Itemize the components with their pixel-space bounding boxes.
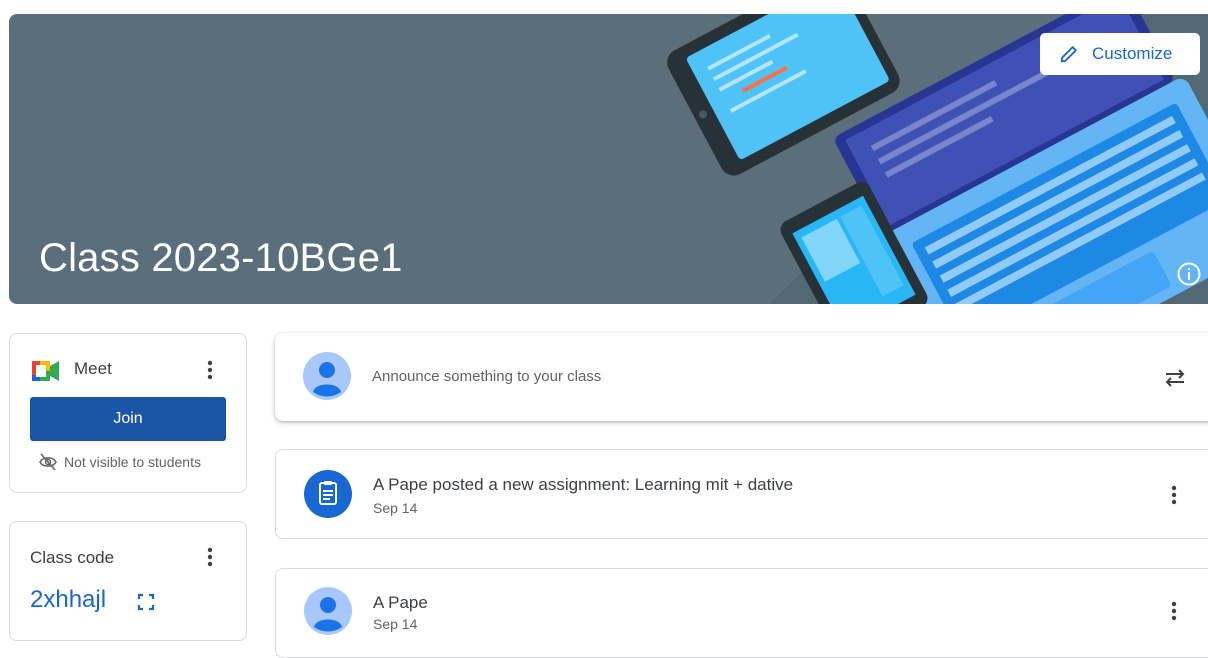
class-banner: Class 2023-10BGe1 Customize: [9, 14, 1208, 304]
repost-icon[interactable]: [1162, 365, 1188, 391]
announce-box[interactable]: Announce something to your class: [275, 333, 1208, 421]
visibility-note: Not visible to students: [38, 453, 201, 471]
class-title: Class 2023-10BGe1: [39, 236, 403, 280]
meet-card: Meet Join Not visible to students: [9, 333, 247, 493]
announce-placeholder[interactable]: Announce something to your class: [372, 368, 601, 385]
post-author: A Pape: [373, 593, 428, 612]
meet-label: Meet: [74, 359, 112, 378]
class-code-more-options-icon[interactable]: [198, 545, 222, 569]
stream-post[interactable]: A Pape Sep 14: [275, 568, 1208, 658]
class-code-label: Class code: [30, 548, 115, 567]
visibility-note-text: Not visible to students: [64, 454, 201, 470]
assignment-icon: [304, 470, 352, 518]
post-more-options-icon[interactable]: [1162, 483, 1186, 507]
info-icon[interactable]: [1176, 261, 1202, 287]
post-date: Sep 14: [373, 500, 418, 516]
author-avatar: [304, 587, 352, 635]
post-more-options-icon[interactable]: [1162, 599, 1186, 623]
user-avatar: [303, 352, 351, 400]
customize-label: Customize: [1092, 44, 1173, 63]
eye-off-icon: [39, 453, 57, 471]
post-date: Sep 14: [373, 616, 418, 632]
google-meet-icon: [32, 361, 59, 381]
fullscreen-icon[interactable]: [136, 592, 156, 612]
join-button[interactable]: Join: [30, 397, 226, 441]
pencil-icon: [1060, 46, 1077, 63]
class-code-card: Class code 2xhhajl: [9, 521, 247, 641]
post-title[interactable]: A Pape posted a new assignment: Learning…: [373, 475, 793, 495]
class-code-value: 2xhhajl: [30, 586, 107, 613]
customize-button[interactable]: Customize: [1040, 33, 1200, 75]
stream-post[interactable]: A Pape posted a new assignment: Learning…: [275, 449, 1208, 539]
meet-more-options-icon[interactable]: [198, 358, 222, 382]
